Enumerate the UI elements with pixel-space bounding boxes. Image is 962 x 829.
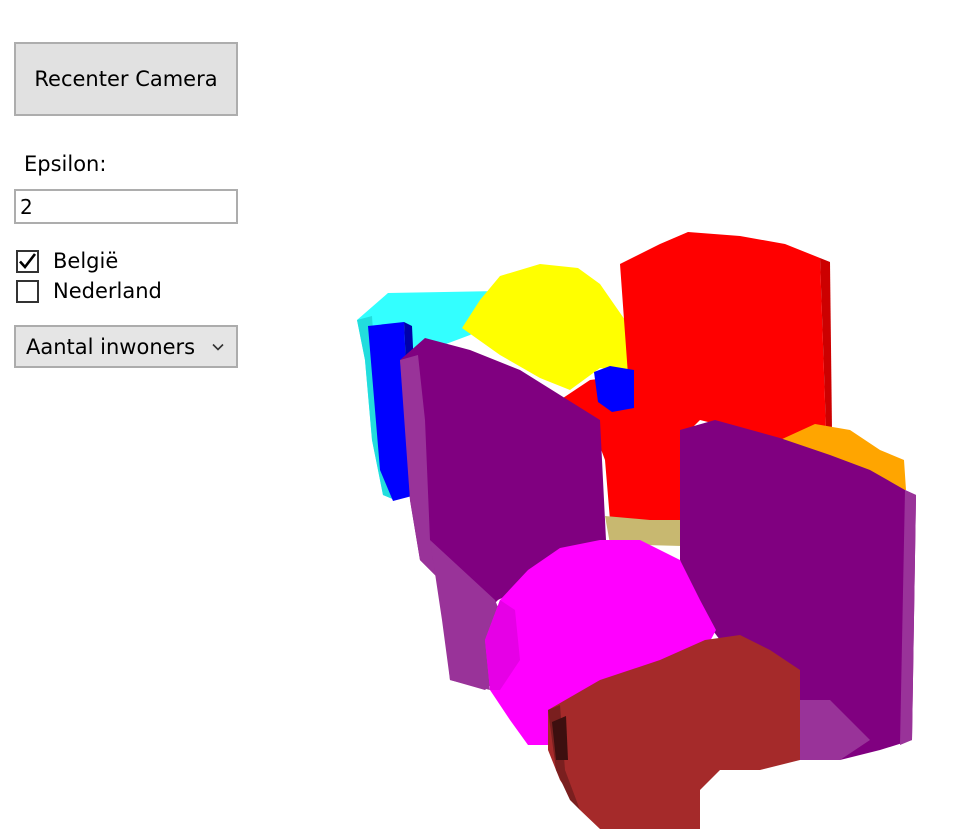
region-purple-left bbox=[400, 338, 606, 690]
region-magenta bbox=[485, 540, 716, 745]
checkbox-belgie[interactable] bbox=[16, 249, 39, 273]
checkbox-nederland[interactable] bbox=[16, 279, 39, 303]
recenter-camera-button[interactable]: Recenter Camera bbox=[14, 42, 238, 116]
region-red bbox=[560, 232, 832, 520]
checkbox-label-nederland: Nederland bbox=[53, 279, 162, 303]
epsilon-label: Epsilon: bbox=[24, 152, 107, 176]
checkmark-icon bbox=[19, 252, 37, 269]
region-cyan bbox=[357, 291, 503, 500]
app-window: Recenter Camera Epsilon: België Nederlan… bbox=[0, 0, 962, 829]
region-orange bbox=[780, 424, 906, 490]
region-brown bbox=[548, 635, 800, 829]
checkbox-row-belgie[interactable]: België bbox=[16, 248, 118, 274]
region-purple-right bbox=[680, 420, 916, 760]
3d-map-viewport[interactable] bbox=[0, 0, 962, 829]
region-blue-left bbox=[368, 322, 420, 501]
region-yellow bbox=[462, 264, 628, 390]
epsilon-input[interactable] bbox=[14, 189, 238, 224]
region-khaki bbox=[605, 516, 682, 546]
metric-select[interactable]: Aantal inwoners bbox=[14, 325, 238, 368]
region-blue-center bbox=[594, 366, 634, 412]
checkbox-row-nederland[interactable]: Nederland bbox=[16, 278, 162, 304]
chevron-down-icon bbox=[212, 343, 224, 351]
metric-select-value: Aantal inwoners bbox=[26, 334, 196, 359]
checkbox-label-belgie: België bbox=[53, 249, 119, 273]
